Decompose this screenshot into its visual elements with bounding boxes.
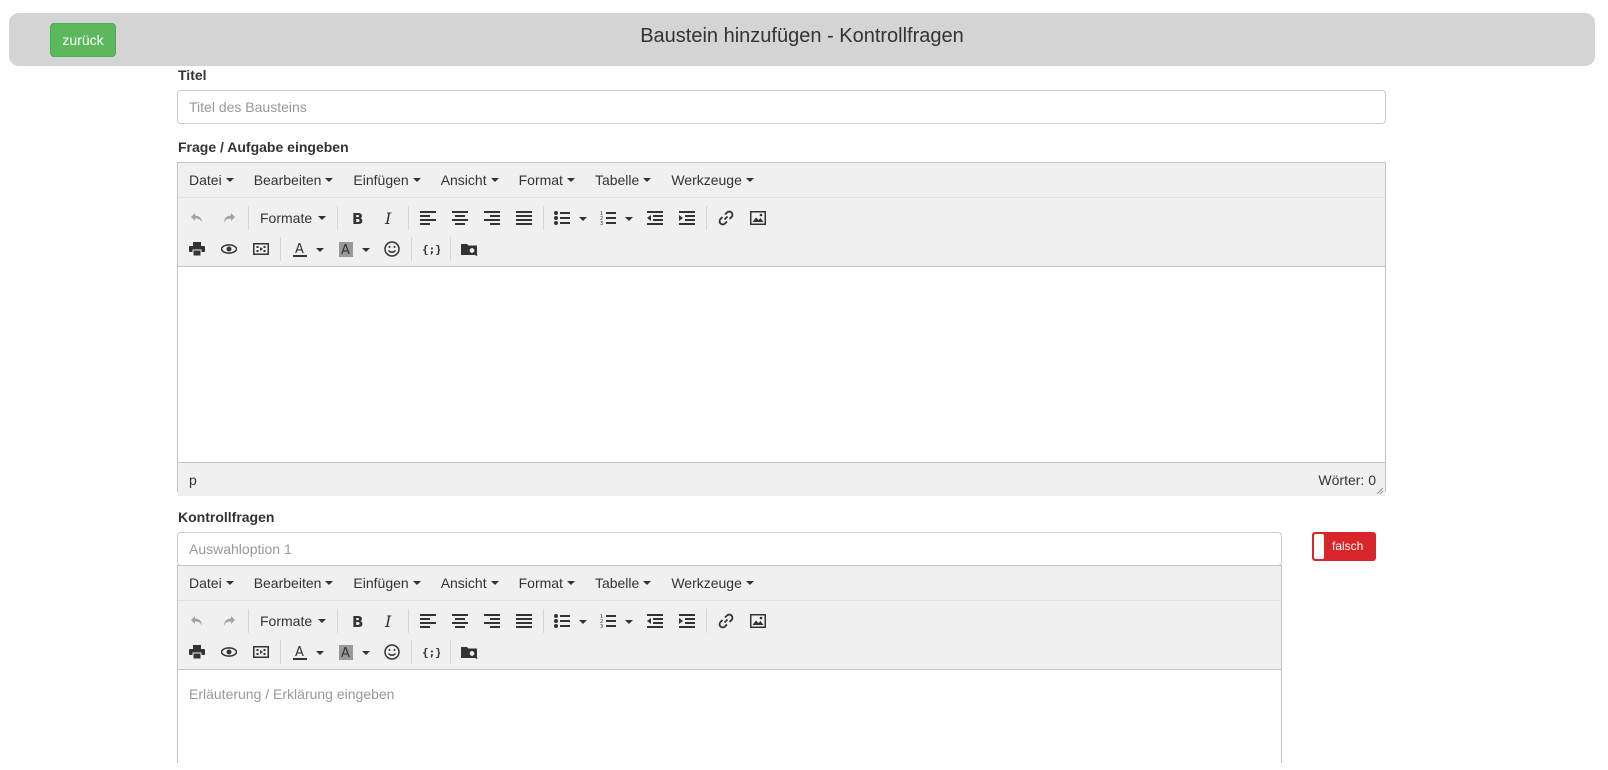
text-color-icon[interactable]: A (284, 638, 330, 666)
text-color-icon[interactable]: A (284, 235, 330, 263)
emoticon-icon[interactable] (376, 638, 408, 666)
menu-einfuegen[interactable]: Einfügen (345, 566, 428, 600)
code-sample-icon[interactable]: {;} (415, 235, 447, 263)
explanation-editor: Datei Bearbeiten Einfügen Ansicht Format… (177, 565, 1282, 770)
explanation-menubar: Datei Bearbeiten Einfügen Ansicht Format… (178, 566, 1281, 601)
svg-text:I: I (384, 210, 392, 226)
image-icon[interactable] (742, 607, 774, 635)
correct-toggle[interactable]: falsch (1312, 532, 1376, 561)
print-icon[interactable] (181, 235, 213, 263)
align-center-icon[interactable] (444, 607, 476, 635)
bold-icon[interactable]: B (341, 204, 373, 232)
svg-text:A: A (295, 242, 304, 257)
image-icon[interactable] (742, 204, 774, 232)
answer-option-input[interactable] (177, 532, 1282, 566)
indent-icon[interactable] (671, 607, 703, 635)
element-path[interactable]: p (189, 472, 197, 488)
redo-icon[interactable] (213, 204, 245, 232)
menu-tabelle[interactable]: Tabelle (587, 566, 659, 600)
question-label: Frage / Aufgabe eingeben (178, 139, 349, 155)
align-justify-icon[interactable] (508, 204, 540, 232)
menu-bearbeiten[interactable]: Bearbeiten (246, 163, 342, 197)
menu-tabelle[interactable]: Tabelle (587, 163, 659, 197)
question-toolbar: Formate B I 123 A A {;} (178, 198, 1385, 267)
svg-text:A: A (341, 646, 350, 660)
link-icon[interactable] (710, 607, 742, 635)
question-content-area[interactable] (178, 267, 1385, 462)
page-title: Baustein hinzufügen - Kontrollfragen (640, 25, 964, 47)
svg-text:{;}: {;} (422, 243, 440, 256)
svg-text:{;}: {;} (422, 646, 440, 659)
background-color-icon[interactable]: A (330, 235, 376, 263)
preview-icon[interactable] (213, 235, 245, 263)
explanation-toolbar: Formate B I 123 A A {;} (178, 601, 1281, 670)
undo-icon[interactable] (181, 204, 213, 232)
menu-werkzeuge[interactable]: Werkzeuge (663, 163, 762, 197)
toggle-label: falsch (1332, 539, 1364, 553)
svg-text:A: A (341, 243, 350, 257)
menu-einfuegen[interactable]: Einfügen (345, 163, 428, 197)
question-menubar: Datei Bearbeiten Einfügen Ansicht Format… (178, 163, 1385, 198)
align-justify-icon[interactable] (508, 607, 540, 635)
svg-text:3: 3 (600, 221, 603, 225)
menu-format[interactable]: Format (511, 566, 583, 600)
redo-icon[interactable] (213, 607, 245, 635)
question-statusbar: p Wörter: 0 (178, 462, 1385, 496)
resize-handle-icon[interactable] (1376, 487, 1384, 495)
link-icon[interactable] (710, 204, 742, 232)
background-color-icon[interactable]: A (330, 638, 376, 666)
bullet-list-icon[interactable] (547, 607, 593, 635)
align-left-icon[interactable] (412, 204, 444, 232)
menu-format[interactable]: Format (511, 163, 583, 197)
file-manager-icon[interactable] (454, 235, 486, 263)
bold-icon[interactable]: B (341, 607, 373, 635)
menu-bearbeiten[interactable]: Bearbeiten (246, 566, 342, 600)
italic-icon[interactable]: I (373, 607, 405, 635)
svg-text:B: B (352, 613, 363, 629)
align-right-icon[interactable] (476, 607, 508, 635)
align-left-icon[interactable] (412, 607, 444, 635)
explanation-content-area[interactable]: Erläuterung / Erklärung eingeben (178, 670, 1281, 770)
menu-ansicht[interactable]: Ansicht (433, 566, 507, 600)
svg-text:A: A (295, 645, 304, 660)
numbered-list-icon[interactable]: 123 (593, 607, 639, 635)
menu-datei[interactable]: Datei (181, 566, 242, 600)
emoticon-icon[interactable] (376, 235, 408, 263)
numbered-list-icon[interactable]: 123 (593, 204, 639, 232)
media-icon[interactable] (245, 638, 277, 666)
align-right-icon[interactable] (476, 204, 508, 232)
italic-icon[interactable]: I (373, 204, 405, 232)
menu-ansicht[interactable]: Ansicht (433, 163, 507, 197)
svg-text:3: 3 (600, 624, 603, 628)
preview-icon[interactable] (213, 638, 245, 666)
print-icon[interactable] (181, 638, 213, 666)
code-sample-icon[interactable]: {;} (415, 638, 447, 666)
toggle-knob (1314, 534, 1324, 559)
control-questions-label: Kontrollfragen (178, 509, 275, 525)
formats-dropdown[interactable]: Formate (252, 607, 334, 635)
menu-werkzeuge[interactable]: Werkzeuge (663, 566, 762, 600)
svg-text:B: B (352, 210, 363, 226)
file-manager-icon[interactable] (454, 638, 486, 666)
header-bar: zurück Baustein hinzufügen - Kontrollfra… (9, 13, 1595, 66)
align-center-icon[interactable] (444, 204, 476, 232)
explanation-placeholder: Erläuterung / Erklärung eingeben (189, 686, 395, 702)
indent-icon[interactable] (671, 204, 703, 232)
bullet-list-icon[interactable] (547, 204, 593, 232)
question-editor: Datei Bearbeiten Einfügen Ansicht Format… (177, 162, 1386, 496)
title-label: Titel (178, 67, 207, 83)
formats-dropdown[interactable]: Formate (252, 204, 334, 232)
undo-icon[interactable] (181, 607, 213, 635)
menu-datei[interactable]: Datei (181, 163, 242, 197)
word-count: Wörter: 0 (1318, 472, 1376, 488)
svg-text:I: I (384, 613, 392, 629)
outdent-icon[interactable] (639, 204, 671, 232)
media-icon[interactable] (245, 235, 277, 263)
title-input[interactable] (177, 90, 1386, 124)
outdent-icon[interactable] (639, 607, 671, 635)
